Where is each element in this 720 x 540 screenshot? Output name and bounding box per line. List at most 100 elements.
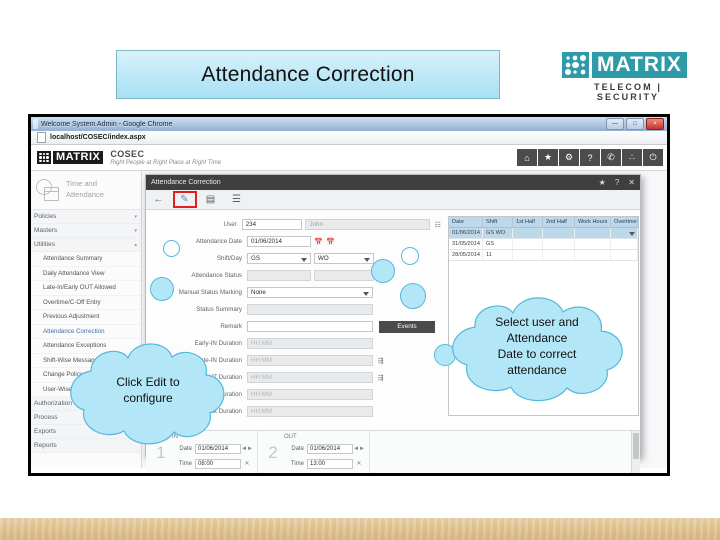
report-icon[interactable]: ☰ (230, 193, 243, 206)
url-text: localhost/COSEC/index.aspx (50, 134, 146, 141)
manual-status-select[interactable]: None (247, 287, 373, 298)
day-select[interactable]: WO (314, 253, 374, 264)
cell-date: 28/05/2014 (449, 250, 483, 260)
grid-col-1st-half: 1st Half (513, 217, 543, 227)
events-button[interactable]: Events (379, 320, 435, 333)
callout-tail-bubble (400, 283, 426, 309)
callout-right-line1: Select user and (495, 314, 579, 329)
page-title: Attendance Correction (201, 62, 415, 86)
browser-address-bar[interactable]: localhost/COSEC/index.aspx (31, 131, 667, 145)
attendance-status-field (247, 270, 311, 281)
calendar-range-icon[interactable]: 📅 (326, 237, 335, 246)
minimize-button[interactable]: — (606, 118, 624, 130)
logo-row: MATRIX (562, 50, 696, 79)
callout-cloud-right: Select user and Attendance Date to corre… (437, 285, 637, 407)
table-row[interactable]: 31/05/2014 GS (449, 239, 638, 250)
gear-icon[interactable]: ⚙ (559, 149, 579, 166)
punch-in-time-field[interactable]: 08:00 (195, 458, 241, 469)
sidebar-item-daily-attendance-view[interactable]: Daily Attendance View (31, 267, 141, 281)
attendance-date-field[interactable]: 01/06/2014 (247, 236, 311, 247)
remark-field[interactable] (247, 321, 373, 332)
punch-out-date-row: Date 01/06/2014 ◄► (284, 442, 365, 455)
callout-tail-bubble (163, 240, 180, 257)
maximize-button[interactable]: □ (626, 118, 644, 130)
form-row-status: Attendance Status (146, 268, 442, 283)
app-nav-bar: ⌂ ★ ⚙ ? ✆ ∴ ⏻ (516, 149, 663, 166)
grid-col-overtime: Overtime (611, 217, 638, 227)
early-in-duration-field: HH:MM (247, 338, 373, 349)
page-icon (37, 132, 46, 143)
cell-1st-half (513, 250, 543, 260)
edit-highlight-box (173, 191, 197, 208)
punch-out-number: 2 (268, 443, 278, 462)
grid-col-2nd-half: 2nd Half (543, 217, 575, 227)
slide-title-box: Attendance Correction (116, 50, 500, 99)
callout-right-line4: attendance (507, 363, 567, 378)
sidebar-group-utilities[interactable]: Utilities ▴ (31, 238, 141, 252)
dialog-title-bar: Attendance Correction ★ ? ✕ (146, 175, 640, 190)
product-name-block: COSEC Right People at Right Place at Rig… (110, 149, 221, 166)
cell-2nd-half (543, 239, 575, 249)
form-row-summary: Status Summary (146, 302, 442, 317)
cell-shift: GS (483, 239, 513, 249)
home-icon[interactable]: ⌂ (517, 149, 537, 166)
network-icon[interactable]: ∴ (622, 149, 642, 166)
phone-icon[interactable]: ✆ (601, 149, 621, 166)
cell-work-hours (575, 250, 611, 260)
date-stepper-icon[interactable]: ◄► (241, 446, 253, 452)
date-stepper-icon[interactable]: ◄► (353, 446, 365, 452)
early-out-link-icon[interactable]: ⇶ (376, 373, 385, 382)
callout-right-line3: Date to correct (497, 347, 577, 361)
chevron-up-icon: ▴ (134, 241, 137, 248)
shift-select[interactable]: GS (247, 253, 311, 264)
clear-icon[interactable]: ✕ (241, 460, 253, 467)
user-name-field: John (305, 219, 431, 230)
late-in-duration-field: HH:MM (247, 355, 373, 366)
chevron-down-icon: ▾ (134, 213, 137, 220)
punch-out-date-field[interactable]: 01/06/2014 (307, 443, 353, 454)
help-icon[interactable]: ? (615, 178, 619, 187)
save-icon[interactable]: ▤ (204, 193, 217, 206)
punch-in-time-row: Time 08:00 ✕ (172, 457, 253, 470)
cell-2nd-half (543, 228, 575, 238)
cell-1st-half (513, 239, 543, 249)
sidebar-group-masters[interactable]: Masters ▾ (31, 224, 141, 238)
sidebar-item-attendance-summary[interactable]: Attendance Summary (31, 252, 141, 267)
late-in-link-icon[interactable]: ⇶ (376, 356, 385, 365)
matrix-dots-icon (37, 151, 51, 164)
window-controls: — □ × (606, 118, 664, 130)
sidebar-group-policies[interactable]: Policies ▾ (31, 210, 141, 224)
star-icon[interactable]: ★ (538, 149, 558, 166)
power-icon[interactable]: ⏻ (643, 149, 663, 166)
favorite-icon[interactable]: ★ (599, 178, 606, 187)
back-icon[interactable]: ← (152, 193, 165, 206)
punch-out-time-field[interactable]: 13:00 (307, 458, 353, 469)
scrollbar[interactable] (631, 431, 640, 473)
date-label: Date (291, 445, 304, 452)
callout-tail-bubble (150, 277, 174, 301)
user-id-field[interactable]: 234 (241, 219, 303, 230)
browser-tab[interactable] (33, 119, 38, 129)
user-picker-icon[interactable]: ☷ (433, 220, 442, 229)
user-label: User (223, 221, 237, 228)
sidebar-item-overtime-coff-entry[interactable]: Overtime/C-Off Entry (31, 296, 141, 310)
attendance-status-field-2 (314, 270, 374, 281)
module-title-line2: Attendance (66, 190, 104, 199)
help-icon[interactable]: ? (580, 149, 600, 166)
sidebar-item-previous-adjustment[interactable]: Previous Adjustment (31, 310, 141, 325)
close-icon[interactable]: ✕ (628, 178, 635, 187)
table-row[interactable]: 01/06/2014 GS WO (449, 228, 638, 239)
status-summary-label: Status Summary (196, 306, 242, 313)
sidebar-group-label: Masters (34, 227, 58, 234)
sidebar-item-late-in-early-out[interactable]: Late-In/Early OUT Allowed (31, 281, 141, 296)
callout-left-line2: configure (123, 391, 173, 405)
clear-icon[interactable]: ✕ (353, 460, 365, 467)
calendar-icon[interactable]: 📅 (314, 237, 323, 246)
callout-tail-bubble (371, 259, 395, 283)
module-title-line1: Time and (66, 179, 97, 189)
close-button[interactable]: × (646, 118, 664, 130)
cell-date: 01/06/2014 (449, 228, 483, 238)
callout-right-text: Select user and Attendance Date to corre… (437, 285, 637, 407)
table-row[interactable]: 28/05/2014 11 (449, 250, 638, 261)
form-row-manual: Manual Status Marking None (146, 285, 442, 300)
